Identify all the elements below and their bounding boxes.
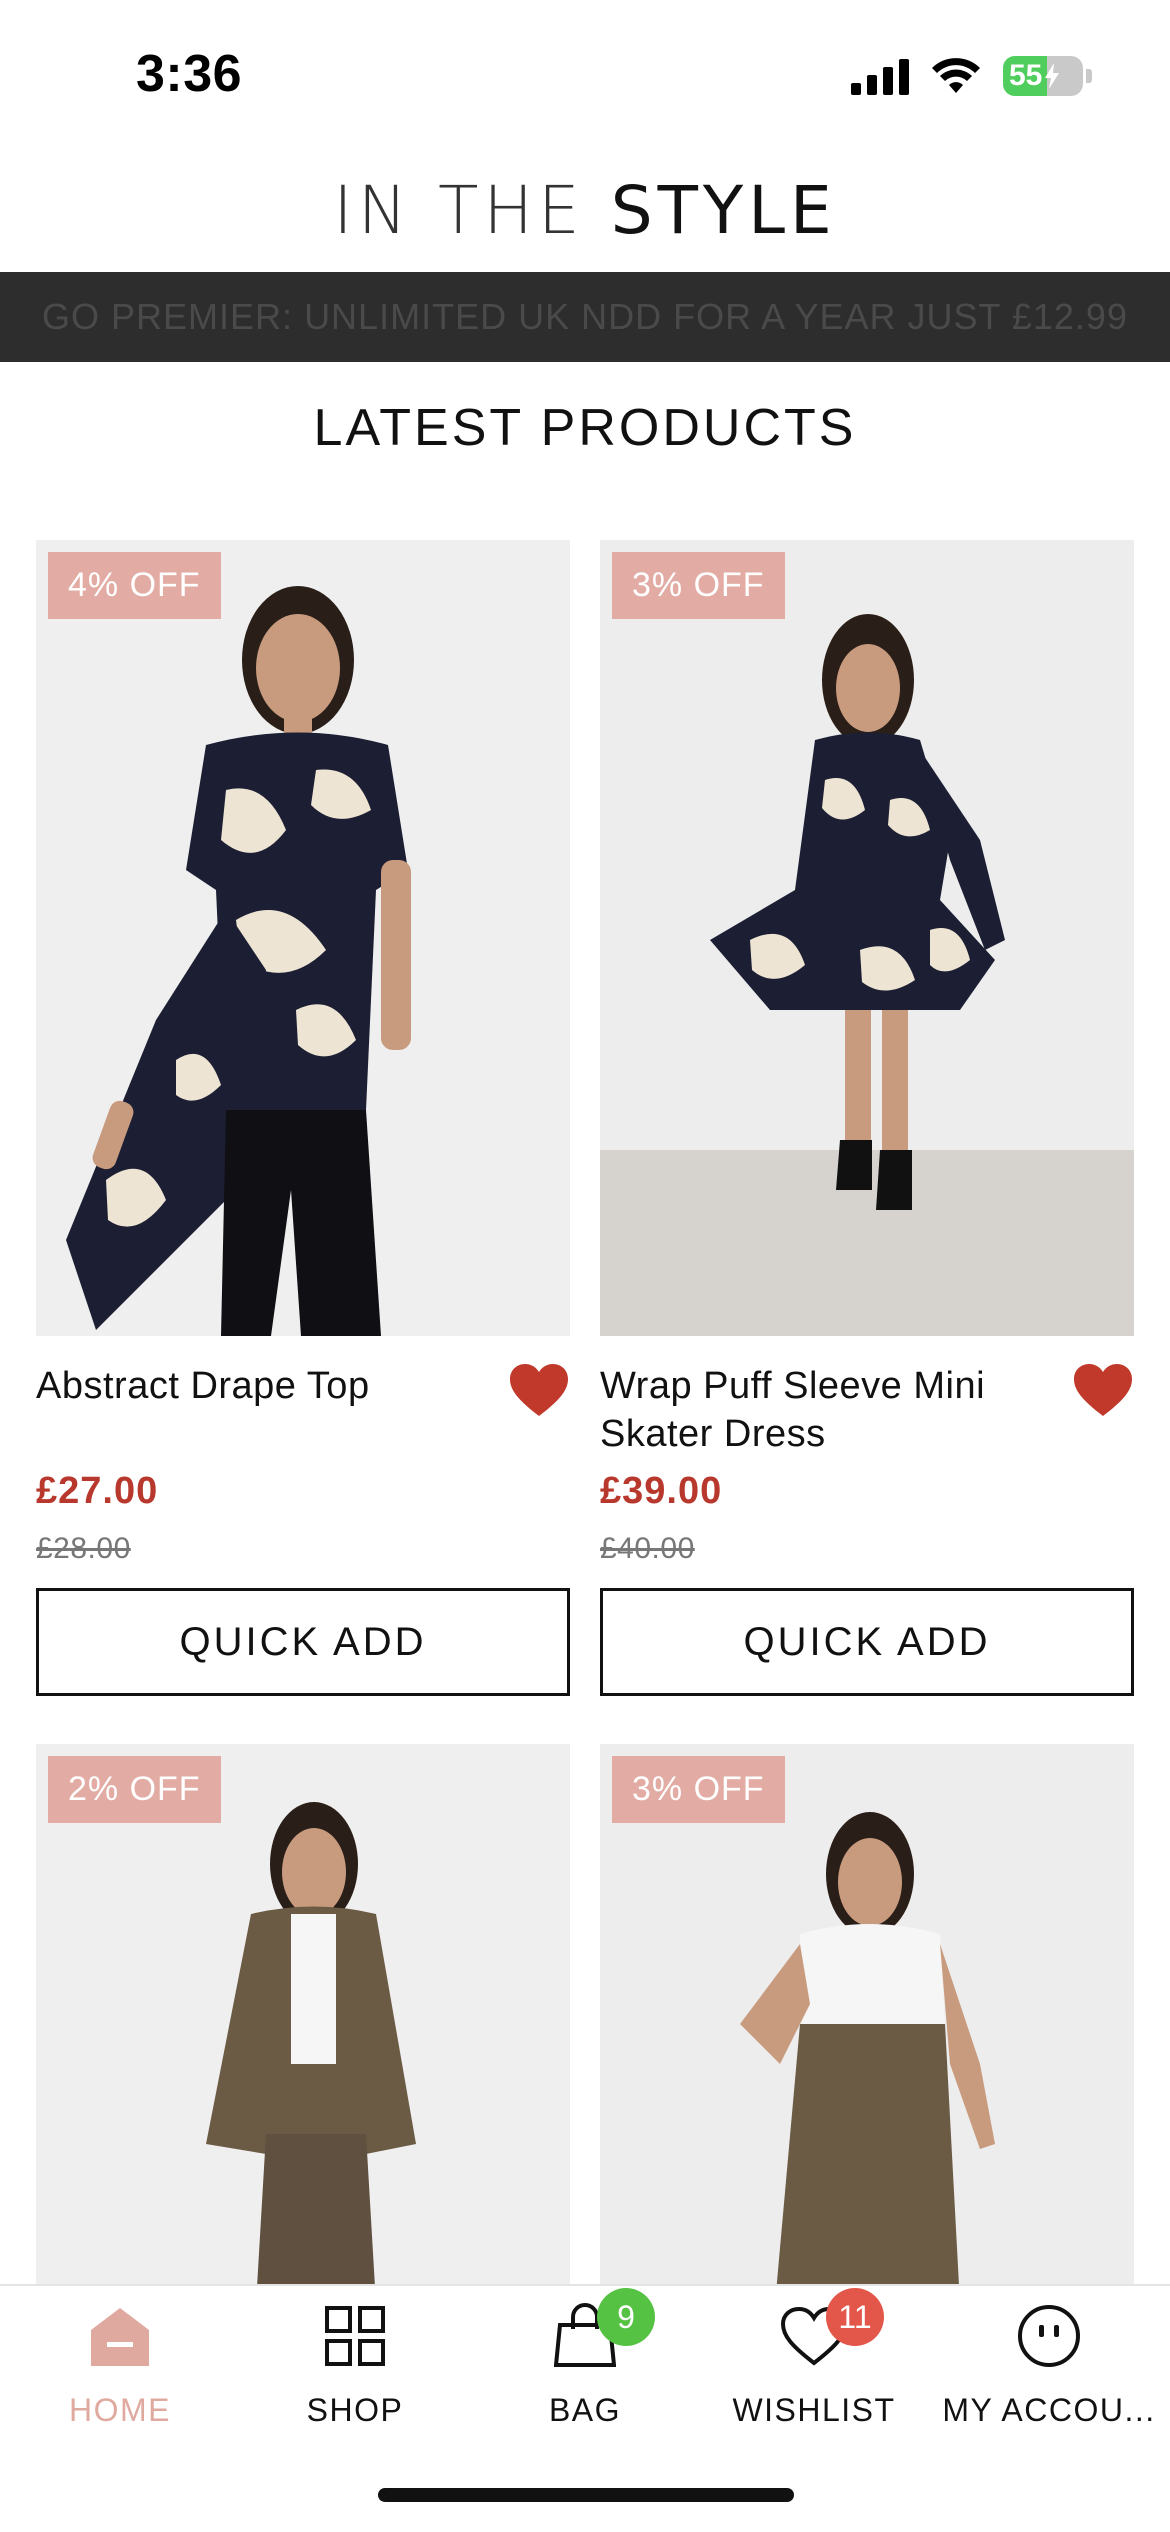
battery-icon: 55 [1003,56,1083,96]
wifi-icon [932,58,980,93]
product-image[interactable]: 3% OFF [600,1744,1134,2304]
status-time: 3:36 [136,45,243,103]
quick-add-button[interactable]: QUICK ADD [600,1588,1134,1696]
product-image[interactable]: 3% OFF [600,540,1134,1336]
product-card[interactable]: 4% OFF Abstract Drape Top £27.00 £28.00 … [36,540,570,1696]
product-name[interactable]: Abstract Drape Top [36,1362,476,1410]
wishlist-heart-icon[interactable] [1072,1362,1134,1418]
grid-icon [315,2296,395,2376]
quick-add-button[interactable]: QUICK ADD [36,1588,570,1696]
wishlist-count-badge: 11 [826,2288,884,2346]
brand-logo[interactable]: IN THE STYLE [0,172,1170,249]
bag-count-badge: 9 [597,2288,655,2346]
tab-bag[interactable]: 9 BAG [468,2288,702,2429]
model-photo [600,540,1134,1336]
discount-badge: 4% OFF [48,552,221,619]
original-price: £28.00 [36,1532,131,1565]
model-photo [36,1744,570,2304]
sale-price: £27.00 [36,1470,159,1512]
product-image[interactable]: 4% OFF [36,540,570,1336]
tab-my-account[interactable]: MY ACCOU... [932,2296,1166,2429]
tab-home[interactable]: HOME [3,2296,237,2429]
wishlist-heart-icon[interactable] [508,1362,570,1418]
home-icon [80,2296,160,2376]
tab-wishlist[interactable]: 11 WISHLIST [697,2288,931,2429]
original-price: £40.00 [600,1532,695,1565]
tab-label: HOME [69,2392,171,2428]
sale-price: £39.00 [600,1470,723,1512]
promo-banner[interactable]: GO PREMIER: UNLIMITED UK NDD FOR A YEAR … [0,272,1170,362]
discount-badge: 3% OFF [612,1756,785,1823]
status-icons: 55 [851,56,1092,96]
status-bar: 3:36 55 [0,0,1170,150]
home-indicator[interactable] [378,2488,794,2502]
product-image[interactable]: 2% OFF [36,1744,570,2304]
logo-part-1: IN THE [333,172,585,249]
tab-label: MY ACCOU... [942,2392,1156,2428]
account-icon [1009,2296,1089,2376]
discount-badge: 3% OFF [612,552,785,619]
product-card[interactable]: 3% OFF [600,1744,1134,2304]
model-photo [600,1744,1134,2304]
tab-label: WISHLIST [732,2392,896,2428]
tab-label: BAG [548,2392,622,2428]
logo-part-2: STYLE [610,172,837,249]
discount-badge: 2% OFF [48,1756,221,1823]
product-card[interactable]: 3% OFF Wrap Puff Sleeve Mini Skater Dres… [600,540,1134,1696]
model-photo [36,540,570,1336]
product-name[interactable]: Wrap Puff Sleeve Mini Skater Dress [600,1362,1040,1458]
battery-level: 55 [1009,59,1043,92]
section-title: LATEST PRODUCTS [313,399,857,457]
heart-icon: 11 [774,2288,884,2376]
tab-shop[interactable]: SHOP [238,2296,472,2429]
product-card[interactable]: 2% OFF [36,1744,570,2304]
cellular-signal-icon [851,57,909,95]
bag-icon: 9 [545,2288,655,2376]
tab-label: SHOP [306,2392,404,2428]
promo-text: GO PREMIER: UNLIMITED UK NDD FOR A YEAR … [42,296,1128,337]
